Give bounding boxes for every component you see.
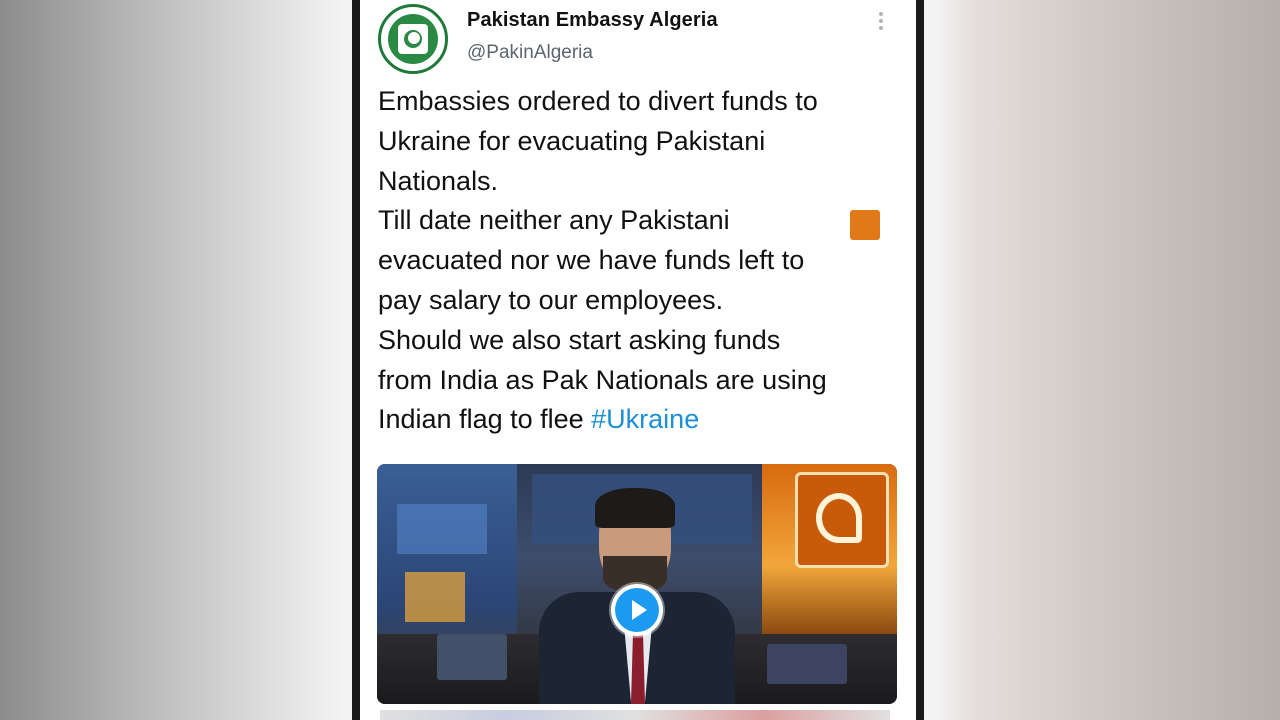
- studio-monitor: [767, 644, 847, 684]
- tweet-line: from India as Pak Nationals are using: [378, 364, 827, 395]
- phone-bezel-left: [352, 0, 360, 720]
- tweet-line: Embassies ordered to divert funds to: [378, 86, 818, 116]
- play-icon: [615, 588, 659, 632]
- user-handle[interactable]: @PakinAlgeria: [467, 42, 593, 64]
- studio-monitor: [437, 634, 507, 680]
- tweet-card: Pakistan Embassy Algeria @PakinAlgeria E…: [360, 0, 916, 720]
- social-footer-strip: [380, 710, 890, 720]
- tweet-line: evacuated nor we have funds left to: [378, 245, 805, 276]
- studio-light: [405, 572, 465, 622]
- channel-logo-icon: [795, 472, 889, 568]
- studio-screen: [397, 504, 487, 554]
- more-vertical-icon[interactable]: [878, 12, 884, 32]
- play-button[interactable]: [611, 584, 663, 636]
- display-name[interactable]: Pakistan Embassy Algeria: [467, 9, 718, 32]
- tweet-line: pay salary to our employees.: [378, 284, 724, 315]
- tweet-line: Ukraine for evacuating Pakistani: [378, 125, 766, 156]
- tweet-line: Indian flag to flee: [378, 404, 592, 435]
- embassy-crest-icon: [388, 14, 438, 64]
- tweet-line: Till date neither any Pakistani: [378, 205, 730, 236]
- tweet-text: Embassies ordered to divert funds to Ukr…: [378, 82, 908, 440]
- tweet-line: Nationals.: [378, 165, 499, 196]
- tweet-line: Should we also start asking funds: [378, 324, 781, 355]
- hashtag-link[interactable]: #Ukraine: [591, 404, 699, 434]
- channel-watermark-icon: [850, 210, 880, 240]
- avatar[interactable]: [378, 4, 448, 74]
- tweet-line-last: Indian flag to flee #Ukraine: [378, 400, 908, 440]
- phone-bezel-right: [916, 0, 924, 720]
- video-player[interactable]: [377, 464, 897, 704]
